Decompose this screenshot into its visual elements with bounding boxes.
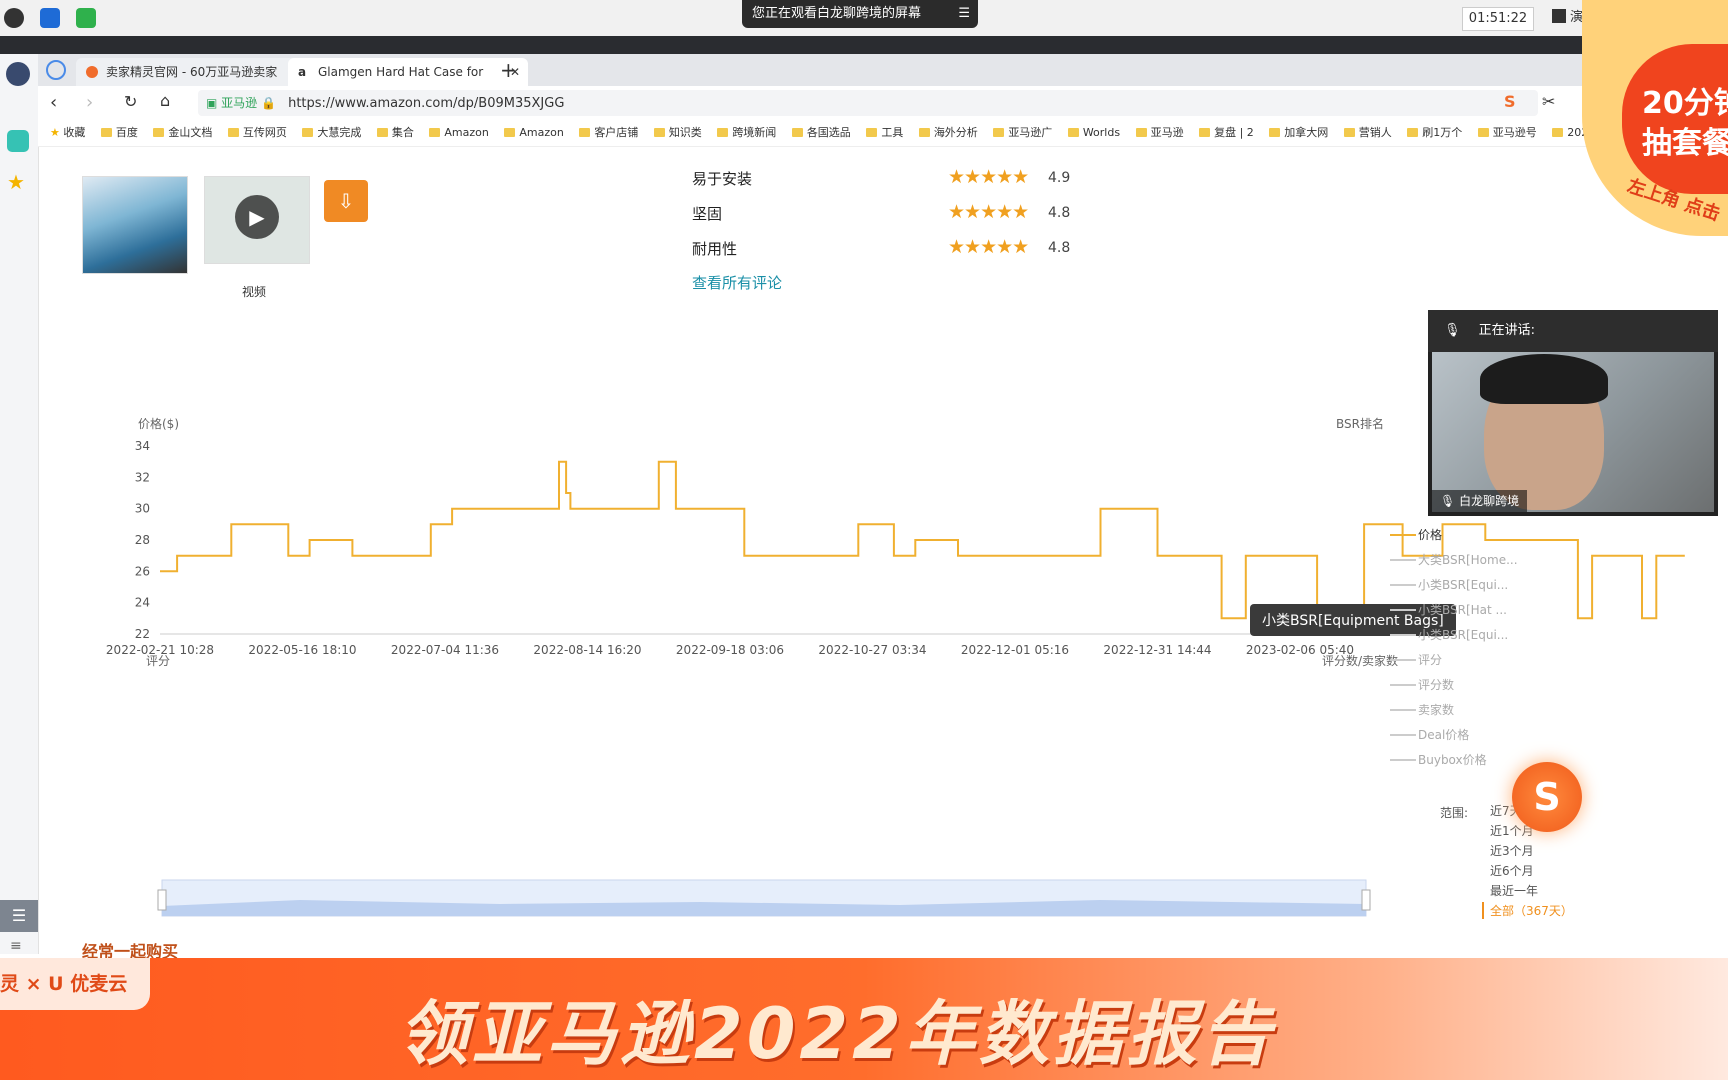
x-tick-label: 2022-12-01 05:16 [961, 643, 1069, 657]
legend-marker-icon [1390, 609, 1416, 611]
y-tick-label: 34 [135, 439, 150, 453]
x-tick-label: 2022-08-14 16:20 [533, 643, 641, 657]
legend-item[interactable]: 小类BSR[Equi... [1390, 626, 1509, 644]
legend-marker-icon [1390, 634, 1416, 636]
range-option[interactable]: 最近一年 [1490, 882, 1538, 899]
x-tick-label: 2022-12-31 14:44 [1103, 643, 1211, 657]
legend-marker-icon [1390, 534, 1416, 536]
banner-title: 领亚马逊2022年数据报告 [398, 993, 1275, 1075]
microphone-icon: 🎙 [1444, 323, 1461, 338]
microphone-icon: 🎙 [1440, 494, 1456, 508]
speaking-label: 正在讲话: [1478, 323, 1536, 338]
promo-line-1: 20分钟 [1642, 86, 1728, 121]
legend-item[interactable]: 评分 [1390, 651, 1443, 669]
legend-marker-icon [1390, 659, 1416, 661]
y2-axis-label: BSR排名 [1336, 416, 1384, 431]
legend-marker-icon [1390, 559, 1416, 561]
legend-label: 卖家数 [1418, 703, 1455, 717]
range-option[interactable]: 近3个月 [1490, 842, 1534, 859]
x-tick-label: 2022-10-27 03:34 [818, 643, 926, 657]
legend-item[interactable]: 小类BSR[Hat ... [1390, 601, 1507, 619]
legend-label: 评分数 [1418, 678, 1455, 692]
legend-item[interactable]: Deal价格 [1390, 726, 1470, 744]
x-tick-label: 2022-02-21 10:28 [106, 643, 214, 657]
legend-label: 大类BSR[Home... [1418, 553, 1518, 567]
legend-label: Buybox价格 [1418, 753, 1487, 767]
range-option[interactable]: 全部（367天） [1482, 902, 1573, 919]
range-label: 范围: [1440, 806, 1469, 820]
legend-label: 小类BSR[Equi... [1418, 628, 1509, 642]
legend-marker-icon [1390, 734, 1416, 736]
y-tick-label: 24 [135, 596, 150, 610]
speaker-name-tag: 🎙 白龙聊跨境 [1432, 490, 1528, 512]
legend-marker-icon [1390, 759, 1416, 761]
legend-marker-icon [1390, 684, 1416, 686]
range-option[interactable]: 近6个月 [1490, 862, 1534, 879]
y-tick-label: 32 [135, 470, 150, 484]
sellersprite-float-button[interactable]: S [1512, 762, 1582, 832]
legend-label: 小类BSR[Hat ... [1418, 603, 1507, 617]
legend-item[interactable]: 大类BSR[Home... [1390, 551, 1518, 569]
y-tick-label: 22 [135, 627, 150, 641]
webcam-panel: 🎙 正在讲话: 🎙 白龙聊跨境 [1428, 310, 1718, 516]
y-tick-label: 28 [135, 533, 150, 547]
legend-label: Deal价格 [1418, 728, 1470, 742]
x-tick-label: 2022-09-18 03:06 [676, 643, 784, 657]
brand-tag: 灵 × U 优麦云 [0, 958, 150, 1010]
legend-item[interactable]: 价格 [1390, 526, 1443, 544]
speaker-name: 白龙聊跨境 [1459, 494, 1520, 508]
promo-badge[interactable]: 20分钟 抽套餐 左上角 点击 [1582, 0, 1728, 236]
promo-line-2: 抽套餐 [1642, 126, 1728, 161]
legend-label: 价格 [1418, 528, 1443, 542]
navigator-handle-left [157, 889, 167, 911]
promo-banner[interactable]: 领亚马逊2022年数据报告 [0, 958, 1728, 1080]
speaker-video: 🎙 白龙聊跨境 [1432, 352, 1714, 512]
y-axis-label: 价格($) [138, 416, 179, 431]
legend-marker-icon [1390, 584, 1416, 586]
x-tick-label: 2022-05-16 18:10 [248, 643, 356, 657]
tooltip-text: 小类BSR[Equipment Bags] [1262, 613, 1444, 629]
webcam-header: 🎙 正在讲话: [1428, 310, 1718, 352]
x-tick-label: 2022-07-04 11:36 [391, 643, 499, 657]
price-history-chart: 价格($) BSR排名评分 评分数/卖家数222426283032342022-02… [106, 416, 1685, 917]
legend-item[interactable]: 评分数 [1390, 676, 1455, 694]
legend-marker-icon [1390, 709, 1416, 711]
legend-item[interactable]: Buybox价格 [1390, 751, 1487, 769]
y-tick-label: 26 [135, 564, 150, 578]
x-tick-label: 2023-02-06 05:40 [1246, 643, 1354, 657]
y-tick-label: 30 [135, 502, 150, 516]
legend-label: 评分 [1418, 653, 1443, 667]
legend-label: 小类BSR[Equi... [1418, 578, 1509, 592]
legend-item[interactable]: 卖家数 [1390, 701, 1455, 719]
navigator-handle-right [1361, 889, 1371, 911]
legend-item[interactable]: 小类BSR[Equi... [1390, 576, 1509, 594]
speaker-hair [1480, 354, 1608, 404]
